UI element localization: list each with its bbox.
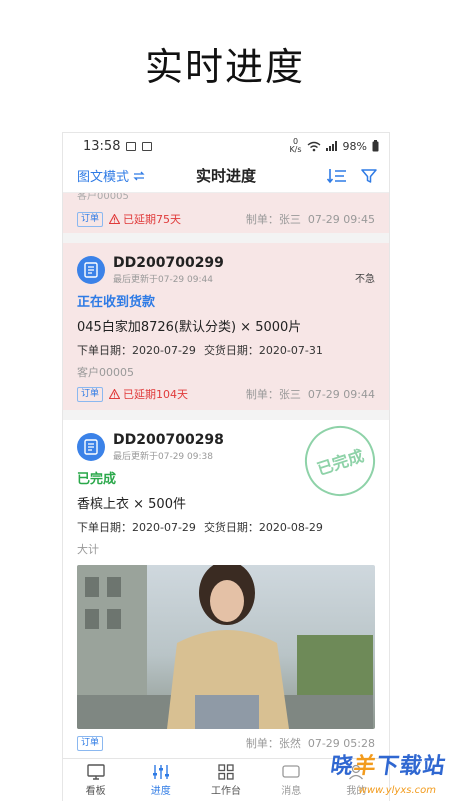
status-time: 13:58 <box>83 138 121 154</box>
document-icon <box>77 433 105 461</box>
sort-icon[interactable] <box>327 168 347 184</box>
order-number: DD200700299 <box>113 255 224 271</box>
delay-badge: 已延期104天 <box>109 386 188 402</box>
filter-icon[interactable] <box>361 168 377 184</box>
site-watermark-url: www.ylyxs.com <box>358 785 436 796</box>
order-card[interactable]: 客户00005 订单 已延期75天 制单：张三 07-29 09:45 <box>63 193 389 233</box>
order-customer-partial: 客户00005 <box>77 193 129 202</box>
app-bar: 图文模式 实时进度 <box>63 159 389 193</box>
signal-icon <box>325 141 337 151</box>
order-number: DD200700298 <box>113 432 224 448</box>
order-product: 045白家加8726(默认分类) × 5000片 <box>77 320 302 335</box>
nav-label: 工作台 <box>211 785 241 797</box>
order-customer: 客户00005 <box>77 366 134 379</box>
status-bar: 13:58 0 K/s 98% <box>63 133 389 159</box>
page-headline: 实时进度 <box>144 45 305 89</box>
phone-screen: 13:58 0 K/s 98% 图文模式 实时进度 客户00005 订单 已延期… <box>62 132 390 801</box>
delivery-date: 交货日期：2020-07-31 <box>203 344 323 357</box>
nav-label: 消息 <box>281 785 302 797</box>
order-maker: 制单：张三 07-29 09:44 <box>245 388 375 401</box>
view-mode-label: 图文模式 <box>77 170 130 185</box>
order-tag: 订单 <box>77 735 104 751</box>
monitor-icon <box>86 763 105 780</box>
order-dates: 下单日期：2020-07-29 交货日期：2020-07-31 <box>77 342 375 358</box>
order-list[interactable]: 客户00005 订单 已延期75天 制单：张三 07-29 09:45 DD20… <box>63 193 389 759</box>
warning-icon <box>109 389 121 399</box>
order-updated: 最后更新于07-29 09:44 <box>113 275 213 285</box>
product-photo[interactable] <box>77 565 375 729</box>
message-icon <box>282 764 300 778</box>
battery-level: 98% <box>342 139 367 153</box>
nav-label: 看板 <box>85 785 106 797</box>
order-tag: 订单 <box>77 386 104 402</box>
order-updated: 最后更新于07-29 09:38 <box>113 452 213 462</box>
battery-icon <box>372 140 379 152</box>
order-date: 下单日期：2020-07-29 <box>77 521 196 534</box>
urgency-label: 不急 <box>355 274 375 285</box>
warning-icon <box>109 214 121 224</box>
completed-stamp: 已完成 <box>295 416 385 506</box>
order-maker: 制单：张三 07-29 09:45 <box>245 213 375 226</box>
nav-messages[interactable]: 消息 <box>259 759 324 801</box>
image-icon <box>126 141 137 151</box>
swap-icon <box>133 171 145 180</box>
nav-workbench[interactable]: 工作台 <box>193 759 258 801</box>
nav-progress[interactable]: 进度 <box>128 759 193 801</box>
nav-dashboard[interactable]: 看板 <box>63 759 128 801</box>
app-notification-icon <box>142 141 153 151</box>
order-status: 正在收到货款 <box>77 295 156 310</box>
document-icon <box>77 256 105 284</box>
order-dates: 下单日期：2020-07-29 交货日期：2020-08-29 <box>77 519 375 535</box>
order-card[interactable]: 已完成 DD200700298 最后更新于07-29 09:38 已完成 香槟上… <box>63 416 389 759</box>
delay-badge: 已延期75天 <box>109 211 181 227</box>
view-mode-toggle[interactable]: 图文模式 <box>77 166 145 185</box>
delivery-date: 交货日期：2020-08-29 <box>203 521 323 534</box>
order-tag: 订单 <box>77 211 104 227</box>
wifi-icon <box>307 141 320 151</box>
sliders-icon <box>152 764 169 779</box>
nav-label: 进度 <box>150 785 171 797</box>
order-customer: 大计 <box>77 543 99 556</box>
order-product: 香槟上衣 × 500件 <box>77 497 186 512</box>
network-speed: 0 K/s <box>289 137 302 154</box>
site-watermark: 晓羊下载站 <box>328 754 448 779</box>
order-date: 下单日期：2020-07-29 <box>77 344 196 357</box>
order-card[interactable]: DD200700299 最后更新于07-29 09:44 不急 正在收到货款 0… <box>63 243 389 410</box>
grid-icon <box>218 763 234 780</box>
